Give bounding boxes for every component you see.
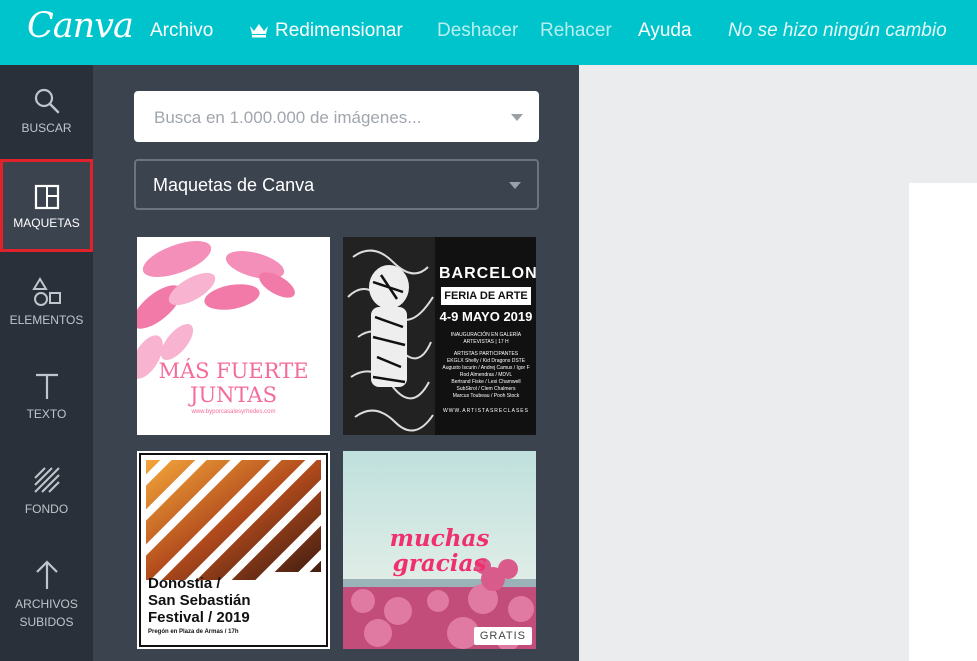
template-title: MÁS FUERTE JUNTAS — [158, 359, 309, 407]
sidebar-item-label: BUSCAR — [21, 121, 72, 135]
template-artist: Rod Almendras / MDVL — [459, 372, 513, 378]
save-status: No se hizo ningún cambio — [728, 20, 947, 41]
layout-icon — [34, 184, 59, 210]
menu-ayuda[interactable]: Ayuda — [638, 20, 692, 42]
template-title-line: Donostia / — [148, 575, 221, 592]
template-artist: Marcus Toubeau / Pooh Stock — [452, 393, 520, 399]
design-page[interactable] — [909, 183, 977, 661]
template-footer: Pregón en Plaza de Armas / 17h — [148, 629, 239, 635]
free-badge: GRATIS — [473, 627, 532, 645]
search-icon — [34, 88, 59, 114]
menu-redimensionar-label: Redimensionar — [275, 20, 403, 41]
canva-logo[interactable]: Canva — [27, 6, 134, 46]
template-artist: EKGLX Shelly / Kid Dragons DSTE — [446, 358, 526, 364]
template-title: BARCELONA — [439, 265, 536, 282]
template-card-barcelona[interactable]: BARCELONA FERIA DE ARTE 4-9 MAYO 2019 IN… — [343, 237, 536, 435]
sidebar-item-buscar[interactable]: BUSCAR — [0, 87, 93, 137]
graffiti-artwork — [343, 237, 435, 435]
template-title-line: muchas — [389, 525, 490, 552]
sidebar-item-maquetas[interactable]: MAQUETAS — [0, 159, 93, 252]
sidebar-item-fondo[interactable]: FONDO — [0, 466, 93, 518]
menu-archivo[interactable]: Archivo — [150, 20, 213, 42]
template-date: 4-9 MAYO 2019 — [439, 309, 533, 324]
template-info: INAUGURACIÓN EN GALERÍA ARTEVISTAS | 17 … — [450, 332, 522, 345]
template-subtitle: www.byporcasalesyrhedes.com — [191, 409, 276, 415]
template-card-mas-fuerte-juntas[interactable]: MÁS FUERTE JUNTAS www.byporcasalesyrhede… — [137, 237, 330, 435]
background-icon — [33, 467, 60, 493]
menu-redimensionar[interactable]: Redimensionar — [249, 20, 403, 42]
template-artists-title: ARTISTAS PARTICIPANTES — [453, 351, 519, 357]
shapes-icon — [31, 277, 61, 306]
sidebar-item-label: ELEMENTOS — [9, 313, 84, 327]
template-title-line: gracias — [392, 550, 487, 577]
sidebar-item-texto[interactable]: TEXTO — [0, 371, 93, 423]
sidebar-item-archivos-subidos[interactable]: ARCHIVOS SUBIDOS — [0, 559, 93, 631]
template-artist: SubSkrol / Clem Chalmers — [456, 386, 516, 392]
template-card-muchas-gracias[interactable]: muchas gracias GRATIS — [343, 451, 536, 649]
category-selected-value: Maquetas de Canva — [153, 175, 315, 195]
crown-icon — [250, 24, 268, 38]
upload-icon — [35, 560, 58, 589]
top-bar: Canva Archivo Redimensionar Deshacer Reh… — [0, 0, 977, 65]
chevron-down-icon[interactable] — [511, 114, 523, 121]
template-card-donostia[interactable]: Donostia / San Sebastián Festival / 2019… — [137, 451, 330, 649]
menu-deshacer[interactable]: Deshacer — [437, 20, 518, 42]
template-title-line: Festival / 2019 — [148, 609, 250, 626]
sidebar-item-label: ARCHIVOS SUBIDOS — [15, 597, 78, 629]
category-select[interactable]: Maquetas de Canva — [134, 159, 539, 210]
template-subtitle: FERIA DE ARTE — [441, 287, 531, 305]
sunset-stripes-artwork — [146, 460, 321, 580]
image-search-box[interactable] — [134, 91, 539, 144]
text-icon — [35, 373, 58, 399]
sidebar: BUSCAR MAQUETAS ELEMENTOS TEXTO FONDO AR… — [0, 65, 93, 661]
template-artist: Augusto Iscurin / Andrej Camus / Igor F — [442, 365, 530, 371]
template-footer: WWW.ARTISTASRECLASES — [443, 408, 529, 414]
image-search-input[interactable] — [134, 91, 516, 144]
template-title-line: San Sebastián — [148, 592, 251, 609]
sidebar-item-label: TEXTO — [26, 407, 67, 421]
sidebar-item-label: MAQUETAS — [13, 216, 80, 230]
menu-rehacer[interactable]: Rehacer — [540, 20, 612, 42]
chevron-down-icon — [509, 182, 521, 189]
sidebar-item-elementos[interactable]: ELEMENTOS — [0, 277, 93, 329]
template-artist: Bertrand Fiske / Lexi Chamwell — [451, 379, 521, 385]
sidebar-item-label: FONDO — [24, 502, 69, 516]
